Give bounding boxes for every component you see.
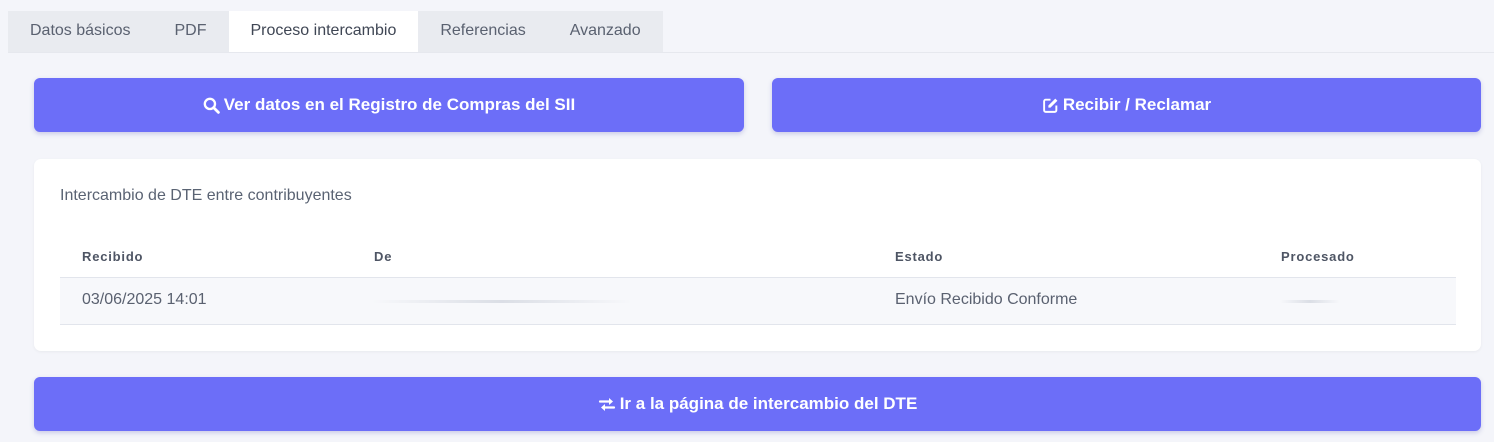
exchange-arrows-icon	[598, 397, 615, 411]
cell-de-redacted	[372, 300, 632, 303]
receive-claim-label: Recibir / Reclamar	[1062, 95, 1212, 114]
exchange-card: Intercambio de DTE entre contribuyentes …	[34, 159, 1481, 351]
tab-avanzado[interactable]: Avanzado	[548, 11, 663, 53]
column-header-recibido: Recibido	[82, 249, 144, 264]
table-row: 03/06/2025 14:01 Envío Recibido Conforme	[60, 278, 1456, 325]
edit-icon	[1042, 98, 1058, 113]
tab-bar: Datos básicos PDF Proceso intercambio Re…	[8, 11, 663, 53]
exchange-table: Recibido De Estado Procesado 03/06/2025 …	[60, 237, 1456, 325]
receive-claim-button[interactable]: Recibir / Reclamar	[772, 78, 1481, 132]
tab-pdf[interactable]: PDF	[153, 11, 229, 53]
column-header-estado: Estado	[895, 249, 944, 264]
tab-datos-basicos[interactable]: Datos básicos	[8, 11, 153, 53]
view-registry-button[interactable]: Ver datos en el Registro de Compras del …	[34, 78, 744, 132]
cell-procesado-redacted	[1280, 300, 1340, 303]
view-registry-label: Ver datos en el Registro de Compras del …	[223, 95, 576, 114]
exchange-page-button[interactable]: Ir a la página de intercambio del DTE	[34, 377, 1481, 431]
table-header: Recibido De Estado Procesado	[60, 237, 1456, 278]
exchange-card-title: Intercambio de DTE entre contribuyentes	[60, 187, 352, 204]
cell-recibido: 03/06/2025 14:01	[82, 291, 207, 308]
column-header-de: De	[374, 249, 393, 264]
search-icon	[203, 97, 220, 114]
tab-divider	[8, 52, 1494, 53]
exchange-page-label: Ir a la página de intercambio del DTE	[619, 394, 918, 413]
cell-estado: Envío Recibido Conforme	[895, 291, 1078, 308]
column-header-procesado: Procesado	[1281, 249, 1355, 264]
tab-proceso-intercambio[interactable]: Proceso intercambio	[228, 11, 419, 53]
tab-referencias[interactable]: Referencias	[418, 11, 547, 53]
